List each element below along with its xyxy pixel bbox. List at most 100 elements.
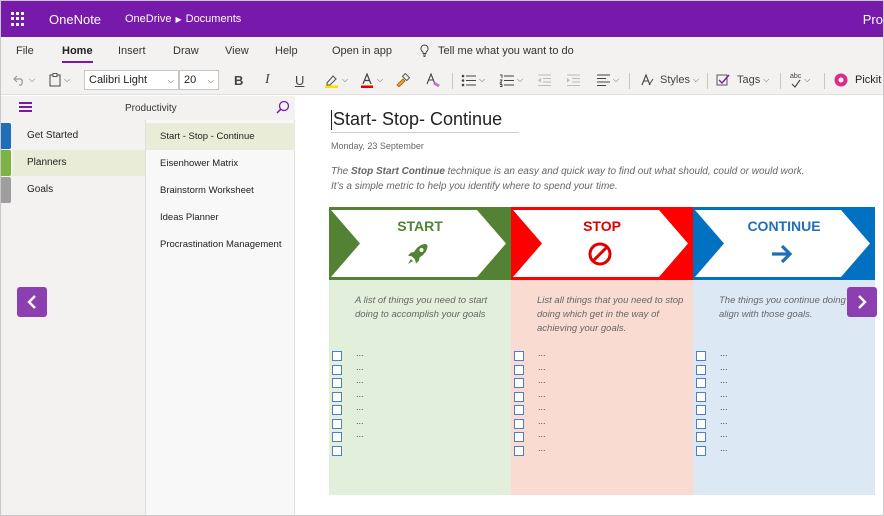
tab-draw[interactable]: Draw [173,45,199,57]
section-goals[interactable]: Goals [13,177,145,203]
checklist-item-text[interactable]: ... [720,375,728,385]
checkbox[interactable] [696,432,706,442]
pages-pane: Start - Stop - Continue Eisenhower Matri… [145,120,295,515]
app-name[interactable]: OneNote [49,12,101,27]
tab-help[interactable]: Help [275,45,298,57]
checklist-item-text[interactable]: ... [538,348,546,358]
tab-insert[interactable]: Insert [118,45,146,57]
intro-line1-rest: technique is an easy and quick way to fi… [444,166,805,177]
checkbox[interactable] [696,405,706,415]
checklist-item-text[interactable]: ... [356,389,364,399]
checklist-item-text[interactable]: ... [538,402,546,412]
checklist-item-text[interactable]: ... [356,416,364,426]
checkbox[interactable] [332,418,342,429]
checklist-item-text[interactable]: ... [720,402,728,412]
checklist-item-text[interactable]: ... [538,443,546,453]
checklist-item-text[interactable]: ... [538,362,546,372]
previous-slide-button[interactable] [17,287,47,317]
checkbox[interactable] [696,364,706,375]
checkbox[interactable] [696,418,706,429]
clear-formatting-button[interactable] [425,72,441,88]
pickit-button[interactable]: Pickit [834,72,881,88]
checkbox[interactable] [514,391,524,402]
checkbox[interactable] [332,391,342,402]
undo-button[interactable]: ⌵ [13,72,35,88]
styles-button[interactable]: Styles ⌵ [640,72,699,88]
checklist-item-text[interactable]: ... [356,429,364,439]
page-intro[interactable]: The Stop Start Continue technique is an … [331,164,805,194]
page-ideas-planner[interactable]: Ideas Planner [146,204,295,231]
font-color-button[interactable]: ⌵ [360,72,383,88]
highlight-button[interactable]: ⌵ [324,72,348,88]
tell-me-box[interactable]: Tell me what you want to do [419,44,574,57]
section-planners[interactable]: Planners [13,150,145,176]
search-icon[interactable] [276,100,290,114]
page-brainstorm-worksheet[interactable]: Brainstorm Worksheet [146,177,295,204]
font-size-select[interactable]: 20 ⌵ [179,70,219,90]
bullets-button[interactable]: ⌵ [461,72,485,88]
app-launcher-icon[interactable] [11,12,25,26]
checklist-item-text[interactable]: ... [538,389,546,399]
checkbox[interactable] [332,378,342,388]
checklist-item-text[interactable]: ... [538,375,546,385]
decrease-indent-button[interactable] [537,72,551,88]
checkbox[interactable] [514,378,524,388]
spelling-button[interactable]: abc ⌵ [790,72,810,88]
notebook-name-truncated[interactable]: Pro [863,12,883,27]
checkbox[interactable] [696,351,706,361]
underline-button[interactable]: U [295,72,304,88]
section-color-tab [1,123,11,149]
ribbon-tabs: File Home Insert Draw View Help Open in … [1,37,883,65]
format-painter-button[interactable] [395,72,410,88]
checklist-item-text[interactable]: ... [720,362,728,372]
checkbox[interactable] [332,405,342,415]
open-in-app-button[interactable]: Open in app [332,45,392,57]
checklist-item-text[interactable]: ... [356,402,364,412]
page-eisenhower-matrix[interactable]: Eisenhower Matrix [146,150,295,177]
page-procrastination-management[interactable]: Procrastination Management [146,231,295,258]
tab-home[interactable]: Home [62,45,93,63]
increase-indent-button[interactable] [566,72,580,88]
checkbox[interactable] [514,432,524,442]
checkbox[interactable] [696,391,706,402]
font-name-select[interactable]: Calibri Light ⌵ [84,70,179,90]
checklist-item-text[interactable]: ... [538,429,546,439]
checklist-item-text[interactable]: ... [720,443,728,453]
checklist-item-text[interactable]: ... [356,362,364,372]
checklist-item-text[interactable]: ... [538,416,546,426]
rocket-icon [408,244,428,264]
checklist-item-text[interactable]: ... [356,375,364,385]
checklist-item-text[interactable]: ... [356,348,364,358]
numbering-button[interactable]: ⌵ [499,72,523,88]
checkbox[interactable] [696,378,706,388]
page-start-stop-continue[interactable]: Start - Stop - Continue [146,123,295,150]
section-get-started[interactable]: Get Started [13,123,145,149]
navigation-toggle-icon[interactable] [19,102,32,112]
checkbox[interactable] [332,351,342,361]
paragraph-alignment-button[interactable]: ⌵ [596,72,619,88]
clipboard-button[interactable]: ⌵ [49,72,70,88]
tags-button[interactable]: Tags ⌵ [716,72,769,88]
page-title[interactable]: Start- Stop- Continue [331,109,519,134]
checklist-item-text[interactable]: ... [720,389,728,399]
checklist-item-text[interactable]: ... [720,348,728,358]
breadcrumb-documents[interactable]: Documents [186,13,242,25]
checkbox[interactable] [514,351,524,361]
checkbox[interactable] [514,364,524,375]
tab-view[interactable]: View [225,45,249,57]
page-canvas[interactable]: Start- Stop- Continue Monday, 23 Septemb… [296,96,883,515]
breadcrumb-onedrive[interactable]: OneDrive [125,13,171,25]
tab-file[interactable]: File [16,45,34,57]
checkbox[interactable] [332,445,342,456]
next-slide-button[interactable] [847,287,877,317]
checkbox[interactable] [514,445,524,456]
checkbox[interactable] [332,432,342,442]
italic-button[interactable]: I [265,72,270,88]
checkbox[interactable] [696,445,706,456]
checkbox[interactable] [332,364,342,375]
checklist-item-text[interactable]: ... [720,429,728,439]
bold-button[interactable]: B [234,72,243,88]
checkbox[interactable] [514,418,524,429]
checkbox[interactable] [514,405,524,415]
checklist-item-text[interactable]: ... [720,416,728,426]
